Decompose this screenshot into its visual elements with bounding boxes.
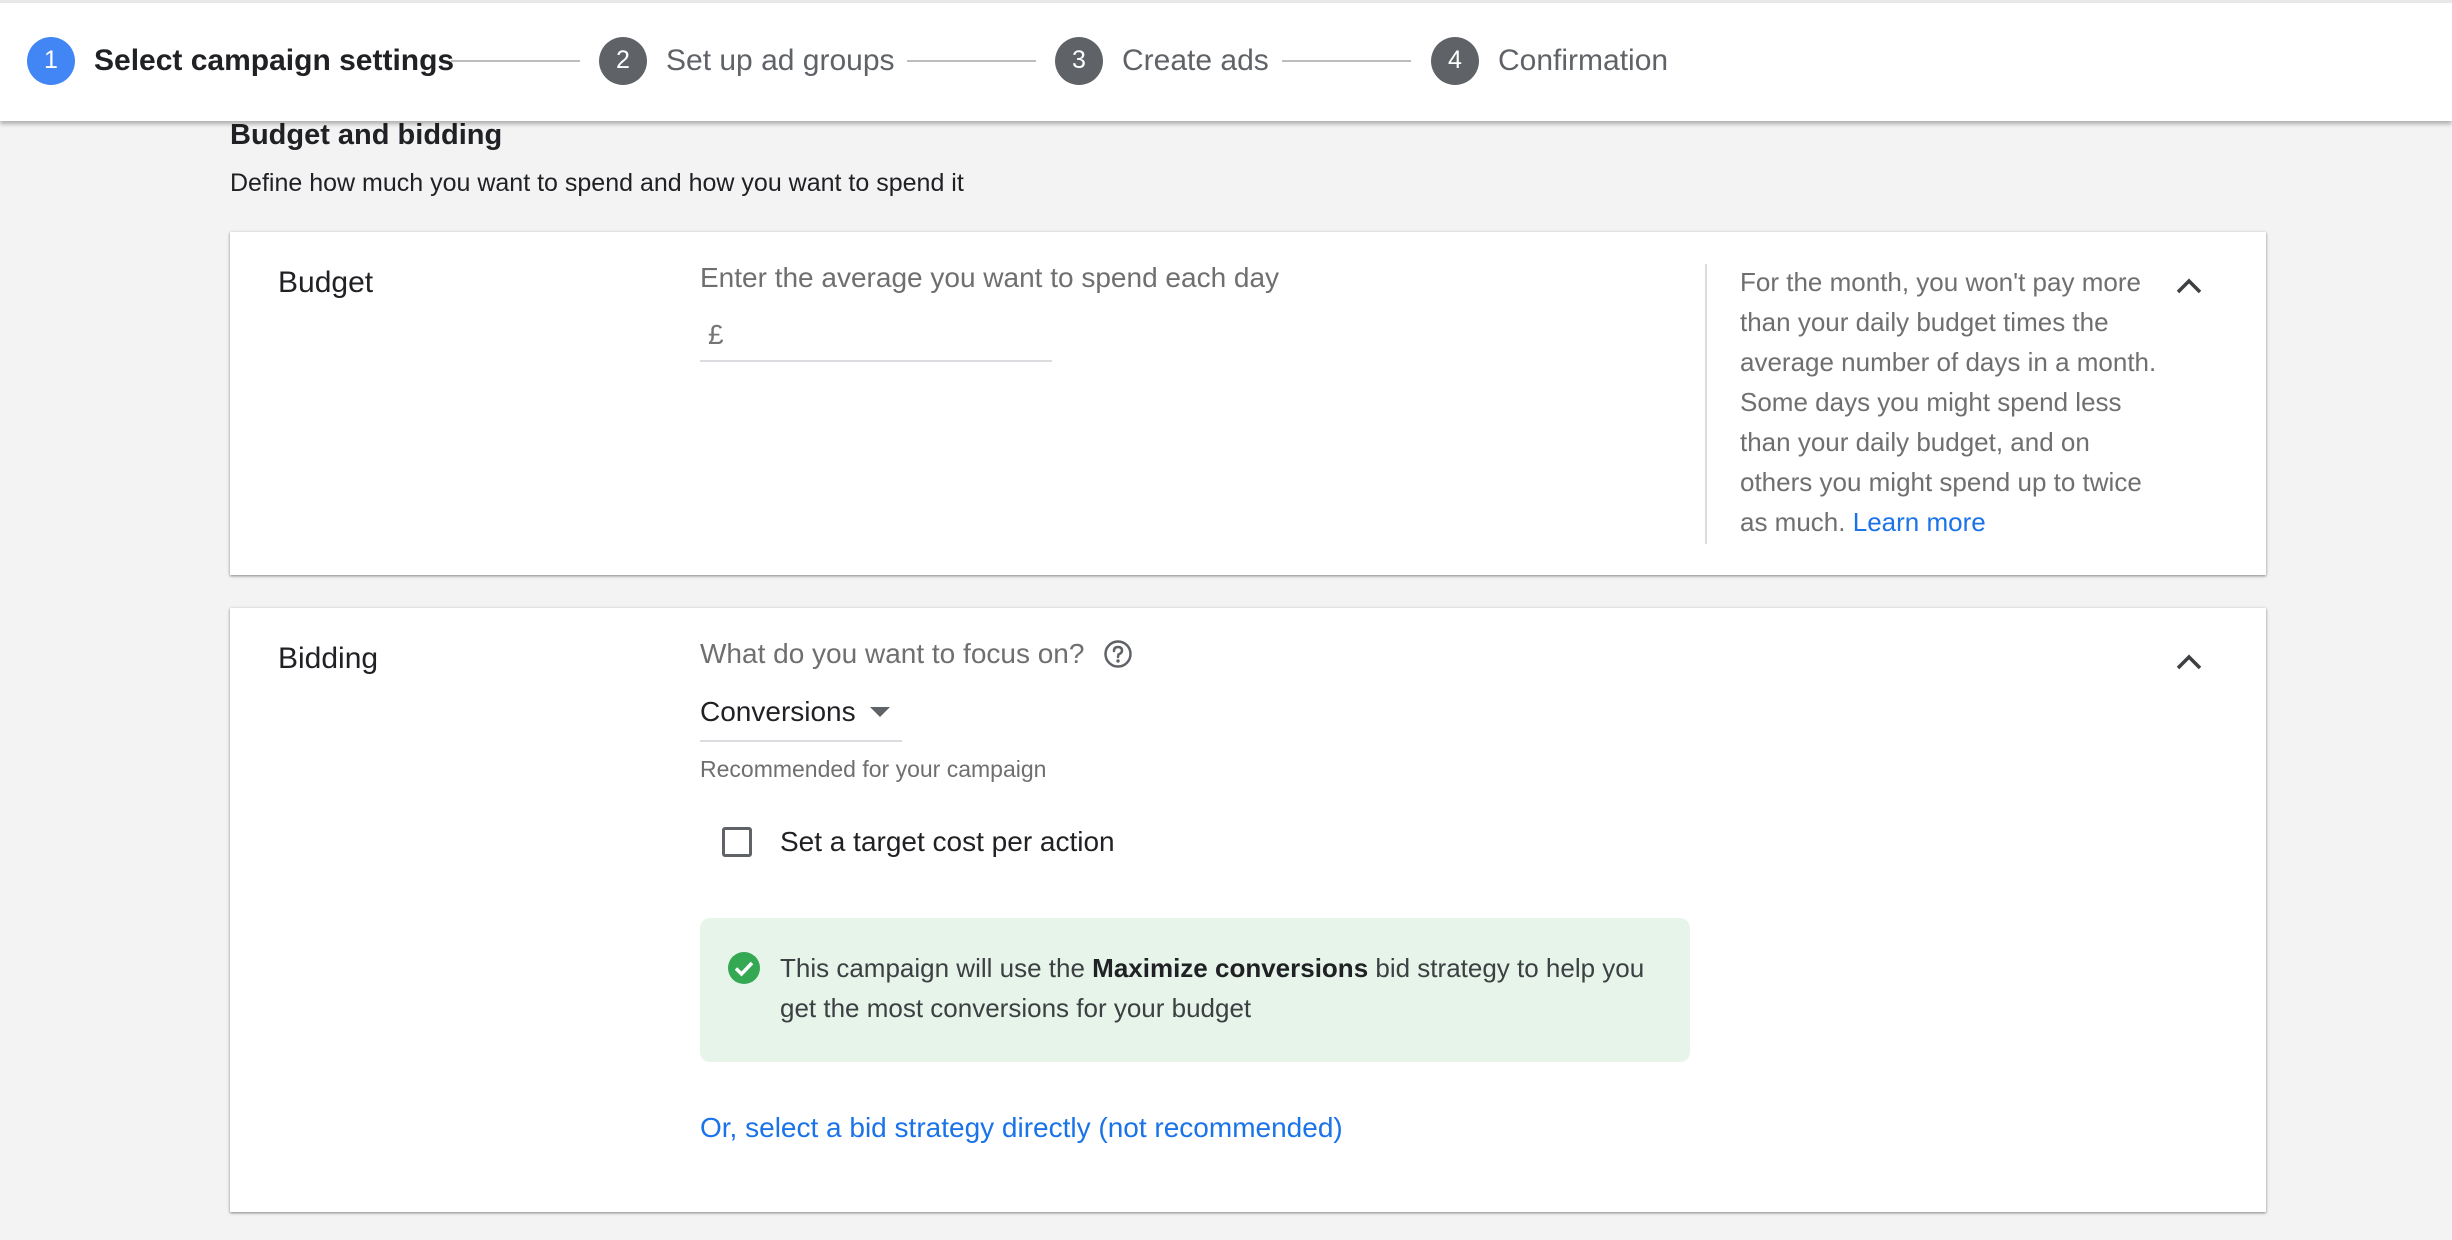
step-number-badge: 2	[599, 36, 647, 85]
caret-down-icon	[869, 707, 890, 717]
currency-symbol: £	[708, 319, 724, 350]
step-label: Select campaign settings	[94, 43, 455, 77]
section-title: Budget and bidding	[230, 119, 503, 151]
step-connector	[1282, 60, 1411, 62]
bid-strategy-info-box: This campaign will use the Maximize conv…	[700, 918, 1690, 1062]
focus-dropdown-value: Conversions	[700, 696, 856, 727]
budget-card-title: Budget	[278, 266, 374, 299]
step-create-ads[interactable]: 3 Create ads	[1055, 36, 1269, 85]
bidding-card-title: Bidding	[278, 642, 379, 675]
bid-strategy-info-text: This campaign will use the Maximize conv…	[780, 948, 1660, 1028]
collapse-budget-button[interactable]	[2169, 266, 2209, 306]
help-icon[interactable]	[1102, 638, 1134, 670]
step-label: Create ads	[1122, 43, 1269, 77]
section-subtitle: Define how much you want to spend and ho…	[230, 169, 964, 197]
step-number-badge: 4	[1431, 36, 1479, 85]
budget-card: Budget Enter the average you want to spe…	[230, 232, 2266, 575]
target-cpa-checkbox[interactable]	[722, 827, 752, 857]
focus-question-row: What do you want to focus on?	[700, 638, 1134, 670]
check-circle-icon	[728, 952, 760, 984]
budget-help-body: For the month, you won't pay more than y…	[1740, 267, 2157, 537]
chevron-up-icon	[2176, 654, 2202, 670]
budget-prompt: Enter the average you want to spend each…	[700, 262, 1280, 293]
focus-dropdown[interactable]: Conversions	[700, 684, 902, 742]
step-number-badge: 1	[27, 36, 75, 85]
step-select-campaign-settings[interactable]: 1 Select campaign settings	[27, 36, 454, 85]
target-cpa-option[interactable]: Set a target cost per action	[722, 826, 1115, 858]
collapse-bidding-button[interactable]	[2169, 642, 2209, 682]
target-cpa-label: Set a target cost per action	[780, 826, 1115, 857]
budget-divider	[1705, 264, 1707, 544]
info-strategy-name: Maximize conversions	[1092, 953, 1369, 983]
recommended-note: Recommended for your campaign	[700, 756, 1047, 782]
focus-question: What do you want to focus on?	[700, 638, 1085, 669]
step-set-up-ad-groups[interactable]: 2 Set up ad groups	[599, 36, 895, 85]
step-connector	[907, 60, 1036, 62]
select-bid-strategy-link[interactable]: Or, select a bid strategy directly (not …	[700, 1112, 1343, 1144]
info-prefix: This campaign will use the	[780, 953, 1085, 983]
step-number-badge: 3	[1055, 36, 1103, 85]
learn-more-link[interactable]: Learn more	[1853, 507, 1986, 537]
daily-budget-field[interactable]: £	[700, 310, 1052, 362]
bidding-card: Bidding What do you want to focus on? Co…	[230, 608, 2266, 1212]
budget-help-text: For the month, you won't pay more than y…	[1740, 262, 2160, 542]
step-connector	[451, 60, 580, 62]
step-confirmation[interactable]: 4 Confirmation	[1431, 36, 1668, 85]
step-label: Confirmation	[1498, 43, 1669, 77]
chevron-up-icon	[2176, 278, 2202, 294]
campaign-stepper: 1 Select campaign settings 2 Set up ad g…	[0, 0, 2452, 121]
step-label: Set up ad groups	[666, 43, 895, 77]
daily-budget-input[interactable]	[733, 318, 1038, 352]
